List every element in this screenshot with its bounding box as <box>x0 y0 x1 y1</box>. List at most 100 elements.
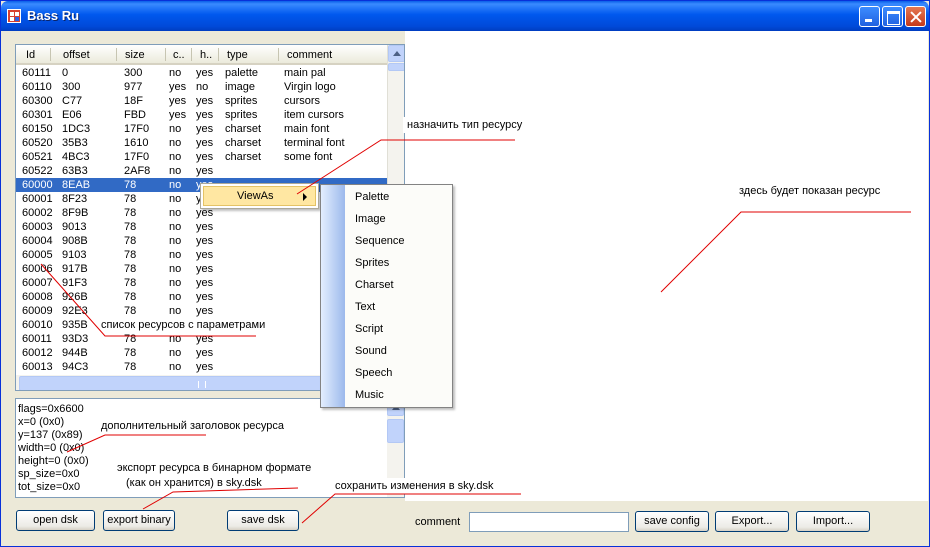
open-dsk-button[interactable]: open dsk <box>16 510 95 531</box>
table-cell: no <box>169 221 182 233</box>
minimize-button[interactable] <box>859 6 880 27</box>
submenu-item-charset[interactable]: Charset <box>355 279 394 291</box>
table-cell: no <box>169 193 182 205</box>
table-row[interactable]: 60150 1DC3 17F0 no yes charset main font <box>16 122 389 136</box>
column-header-offset[interactable]: offset <box>63 49 90 61</box>
header-scroll-thumb[interactable] <box>387 419 404 443</box>
table-row[interactable]: 60300 C77 18F yes yes sprites cursors <box>16 94 389 108</box>
table-cell: E06 <box>62 109 82 121</box>
table-cell: some font <box>284 151 333 163</box>
table-cell: item cursors <box>284 109 344 121</box>
table-cell: 60007 <box>22 277 53 289</box>
table-cell: no <box>169 249 182 261</box>
app-icon <box>7 9 21 23</box>
comment-input[interactable] <box>469 512 629 532</box>
import-button[interactable]: Import... <box>796 511 870 532</box>
table-cell: yes <box>196 249 214 261</box>
submenu-item-sound[interactable]: Sound <box>355 345 387 357</box>
context-menu-viewas[interactable]: ViewAs <box>203 186 316 206</box>
table-cell: 0 <box>62 67 69 79</box>
title-bar[interactable]: Bass Ru <box>1 1 929 31</box>
table-cell: 60150 <box>22 123 53 135</box>
table-cell: 60003 <box>22 221 53 233</box>
table-row[interactable]: 60110 300 977 yes no image Virgin logo <box>16 80 389 94</box>
table-cell: 60001 <box>22 193 53 205</box>
export-button[interactable]: Export... <box>715 511 789 532</box>
table-cell: 60520 <box>22 137 53 149</box>
submenu-gutter <box>321 185 345 407</box>
close-button[interactable] <box>905 6 926 27</box>
annotation-resource-shown: здесь будет показан ресурс <box>735 183 881 199</box>
table-cell: yes <box>196 151 214 163</box>
table-cell: C77 <box>62 95 83 107</box>
submenu-item-image[interactable]: Image <box>355 213 386 225</box>
table-cell: sprites <box>225 95 258 107</box>
submenu-item-palette[interactable]: Palette <box>355 191 389 203</box>
submenu-item-text[interactable]: Text <box>355 301 375 313</box>
table-row[interactable]: 60520 35B3 1610 no yes charset terminal font <box>16 136 389 150</box>
context-menu: ViewAs <box>200 183 319 209</box>
table-cell: 35B3 <box>62 137 88 149</box>
table-cell: 60011 <box>22 333 52 345</box>
table-cell: 60004 <box>22 235 53 247</box>
table-cell: sprites <box>225 109 258 121</box>
column-header-comment[interactable]: comment <box>287 49 332 61</box>
table-cell: 926B <box>62 291 88 303</box>
submenu-item-speech[interactable]: Speech <box>355 367 392 379</box>
table-row[interactable]: 60522 63B3 2AF8 no yes <box>16 164 389 178</box>
table-cell: yes <box>196 305 214 317</box>
table-cell: 300 <box>62 81 81 93</box>
table-cell: no <box>169 305 182 317</box>
annotation-save-changes: сохранить изменения в sky.dsk <box>331 478 523 494</box>
column-header-id[interactable]: Id <box>26 49 35 61</box>
list-scroll-thumb[interactable] <box>388 63 404 71</box>
table-cell: 91F3 <box>62 277 88 289</box>
table-cell: 60000 <box>22 179 53 191</box>
annotation-resource-list: список ресурсов с параметрами <box>97 317 270 333</box>
table-cell: 8EAB <box>62 179 91 191</box>
table-cell: 917B <box>62 263 88 275</box>
column-header-type[interactable]: type <box>227 49 248 61</box>
table-cell: 60300 <box>22 95 53 107</box>
table-cell: no <box>169 67 182 79</box>
export-binary-button[interactable]: export binary <box>103 510 175 531</box>
table-cell: 60521 <box>22 151 53 163</box>
annotation-export-binary-2: (как он хранится) в sky.dsk <box>122 475 266 491</box>
table-cell: 2AF8 <box>124 165 151 177</box>
column-header-header[interactable]: h.. <box>200 49 212 61</box>
table-cell: no <box>169 333 182 345</box>
table-cell: 78 <box>124 221 137 233</box>
header-line-flags: flags=0x6600 <box>18 403 84 415</box>
submenu-item-sprites[interactable]: Sprites <box>355 257 389 269</box>
table-cell: yes <box>196 235 214 247</box>
submenu-item-sequence[interactable]: Sequence <box>355 235 405 247</box>
table-cell: 78 <box>124 277 137 289</box>
maximize-button[interactable] <box>882 6 903 27</box>
table-cell: 63B3 <box>62 165 88 177</box>
table-cell: 78 <box>124 207 137 219</box>
table-cell: 935B <box>62 319 88 331</box>
table-row[interactable]: 60111 0 300 no yes palette main pal <box>16 66 389 80</box>
table-row[interactable]: 60301 E06 FBD yes yes sprites item cursors <box>16 108 389 122</box>
table-cell: palette <box>225 67 259 79</box>
table-cell: no <box>169 263 182 275</box>
scroll-up-arrow-icon[interactable] <box>388 45 404 62</box>
header-line-sp-size: sp_size=0x0 <box>18 468 80 480</box>
table-cell: charset <box>225 137 262 149</box>
header-line-tot-size: tot_size=0x0 <box>18 481 81 493</box>
table-cell: yes <box>196 291 214 303</box>
table-cell: 60012 <box>22 347 53 359</box>
column-header-compressed[interactable]: c.. <box>173 49 185 61</box>
table-cell: yes <box>196 263 214 275</box>
main-window: Bass Ru Id offset size c.. h.. type comm… <box>0 0 930 547</box>
table-cell: 18F <box>124 95 143 107</box>
save-dsk-button[interactable]: save dsk <box>227 510 299 531</box>
table-cell: FBD <box>124 109 146 121</box>
table-row[interactable]: 60521 4BC3 17F0 no yes charset some font <box>16 150 389 164</box>
save-config-button[interactable]: save config <box>635 511 709 532</box>
submenu-item-script[interactable]: Script <box>355 323 383 335</box>
column-header-size[interactable]: size <box>125 49 145 61</box>
table-cell: yes <box>196 67 214 79</box>
table-cell: 300 <box>124 67 143 79</box>
submenu-item-music[interactable]: Music <box>355 389 384 401</box>
